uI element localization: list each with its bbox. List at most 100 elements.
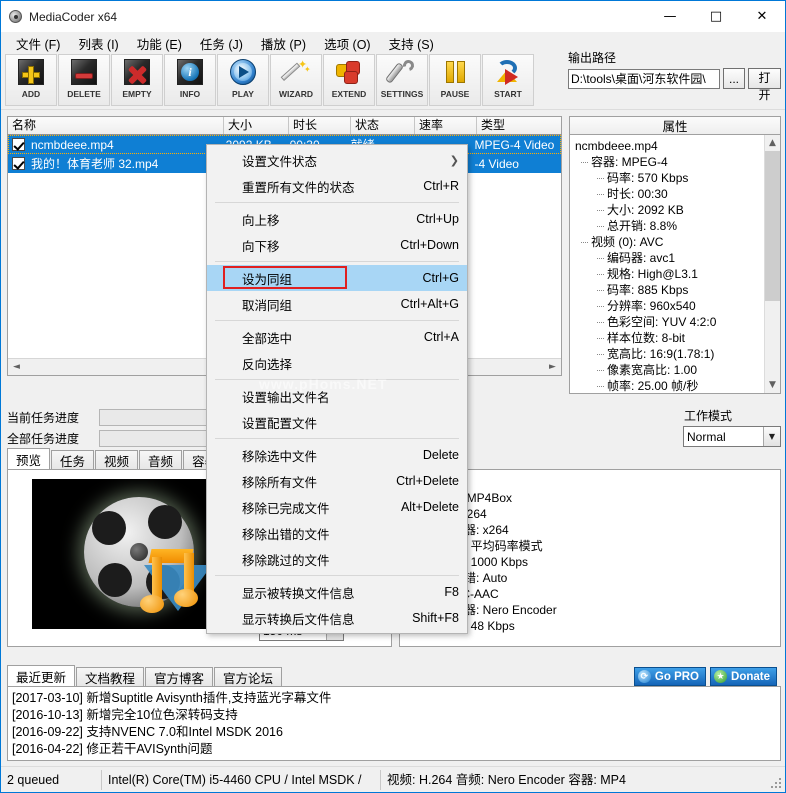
context-menu-item[interactable]: 取消同组 Ctrl+Alt+G [207, 291, 467, 317]
menu-file[interactable]: 文件 (F) [7, 32, 69, 55]
column-rate[interactable]: 速率 [415, 117, 477, 134]
properties-scrollbar[interactable]: ▲ ▼ [764, 135, 780, 393]
context-menu-item[interactable]: 移除出错的文件 [207, 520, 467, 546]
context-menu-item[interactable]: 向上移 Ctrl+Up [207, 206, 467, 232]
pause-icon [439, 58, 471, 88]
property-node: 像素宽高比: 1.00 [573, 362, 778, 378]
context-menu-item[interactable]: 重置所有文件的状态 Ctrl+R [207, 173, 467, 199]
context-menu-item[interactable]: 设为同组 Ctrl+G [207, 265, 467, 291]
go-pro-button[interactable]: ⟳ Go PRO [633, 667, 707, 686]
open-folder-button[interactable]: 打开 [748, 68, 781, 102]
toolbar-settings-button[interactable]: SETTINGS [376, 54, 428, 106]
column-size[interactable]: 大小 [224, 117, 289, 134]
donate-label: Donate [731, 670, 770, 683]
tab-official-blog[interactable]: 官方博客 [145, 667, 214, 687]
toolbar-wizard-button[interactable]: ✦ ✦ WIZARD [270, 54, 322, 106]
menu-list[interactable]: 列表 (I) [69, 32, 127, 55]
toolbar-extend-button[interactable]: EXTEND [323, 54, 375, 106]
properties-panel-title: 属性 [569, 116, 781, 135]
toolbar-wizard-label: WIZARD [279, 89, 313, 99]
maximize-button[interactable]: □ [693, 1, 739, 32]
empty-icon [121, 58, 153, 88]
context-menu-item[interactable]: 移除跳过的文件 [207, 546, 467, 572]
toolbar-delete-label: DELETE [67, 89, 101, 99]
context-menu-item[interactable]: 显示被转换文件信息 F8 [207, 579, 467, 605]
news-item[interactable]: [2016-10-13] 新增完全10位色深转码支持 [12, 707, 776, 724]
context-menu-item[interactable]: 移除已完成文件 Alt+Delete [207, 494, 467, 520]
property-node: 样本位数: 8-bit [573, 330, 778, 346]
window-controls: — □ ✕ [647, 1, 785, 32]
resize-grip[interactable] [769, 776, 783, 790]
row-checkbox[interactable] [12, 138, 25, 151]
context-menu-item[interactable]: 向下移 Ctrl+Down [207, 232, 467, 258]
context-menu-item[interactable]: 移除选中文件 Delete [207, 442, 467, 468]
column-duration[interactable]: 时长 [289, 117, 351, 134]
tab-task[interactable]: 任务 [51, 450, 95, 470]
browse-button[interactable]: ... [723, 68, 746, 89]
tab-recent-updates[interactable]: 最近更新 [7, 665, 76, 687]
scroll-left-icon[interactable]: ◄ [8, 358, 25, 375]
output-path-input[interactable] [568, 68, 720, 89]
context-menu-item-label: 向上移 [242, 213, 280, 228]
menu-task[interactable]: 任务 (J) [191, 32, 252, 55]
column-name[interactable]: 名称 [8, 117, 224, 134]
tab-audio[interactable]: 音频 [139, 450, 183, 470]
cell-name: ncmbdeee.mp4 [31, 137, 114, 152]
row-checkbox[interactable] [12, 157, 25, 170]
context-menu-item-label: 设置文件状态 [242, 154, 318, 169]
menu-play[interactable]: 播放 (P) [252, 32, 315, 55]
scroll-down-icon[interactable]: ▼ [765, 377, 781, 393]
extend-icon [333, 58, 365, 88]
menu-separator [215, 438, 459, 439]
toolbar-start-button[interactable]: START [482, 54, 534, 106]
column-type[interactable]: 类型 [477, 117, 561, 134]
tab-video[interactable]: 视频 [95, 450, 139, 470]
context-menu-item-label: 向下移 [242, 239, 280, 254]
context-menu-item-label: 设置配置文件 [242, 416, 318, 431]
context-menu-item[interactable]: 设置文件状态 ❯ [207, 147, 467, 173]
property-node: 容器: MPEG-4 [573, 154, 778, 170]
tab-preview[interactable]: 预览 [7, 448, 51, 470]
context-menu-item[interactable]: 移除所有文件 Ctrl+Delete [207, 468, 467, 494]
close-button[interactable]: ✕ [739, 1, 785, 32]
menu-function[interactable]: 功能 (E) [128, 32, 191, 55]
tab-documentation[interactable]: 文档教程 [76, 667, 145, 687]
tab-official-forum[interactable]: 官方论坛 [214, 667, 283, 687]
context-menu-item[interactable]: 设置配置文件 [207, 409, 467, 435]
news-item[interactable]: [2017-03-10] 新增Suptitle Avisynth插件,支持蓝光字… [12, 690, 776, 707]
menu-support[interactable]: 支持 (S) [380, 32, 443, 55]
column-status[interactable]: 状态 [351, 117, 415, 134]
context-menu-item-label: 取消同组 [242, 298, 293, 313]
property-node: 时长: 00:30 [573, 186, 778, 202]
chevron-down-icon[interactable]: ▼ [763, 427, 780, 446]
toolbar-pause-button[interactable]: PAUSE [429, 54, 481, 106]
toolbar-info-button[interactable]: i INFO [164, 54, 216, 106]
news-item[interactable]: [2016-04-22] 修正若干AVISynth问题 [12, 741, 776, 758]
toolbar-empty-button[interactable]: EMPTY [111, 54, 163, 106]
context-menu-item-shortcut: Shift+F8 [412, 611, 459, 625]
toolbar-play-button[interactable]: PLAY [217, 54, 269, 106]
context-menu-item[interactable]: 全部选中 Ctrl+A [207, 324, 467, 350]
scroll-up-icon[interactable]: ▲ [765, 135, 781, 151]
toolbar-add-button[interactable]: ADD [5, 54, 57, 106]
refresh-circle-icon: ⟳ [637, 670, 651, 683]
menu-separator [215, 320, 459, 321]
menu-options[interactable]: 选项 (O) [315, 32, 380, 55]
news-tabs: 最近更新 文档教程 官方博客 官方论坛 [7, 665, 407, 687]
news-item[interactable]: [2016-09-22] 支持NVENC 7.0和Intel MSDK 2016 [12, 724, 776, 741]
minimize-button[interactable]: — [647, 1, 693, 32]
property-node: 色彩空间: YUV 4:2:0 [573, 314, 778, 330]
scrollbar-thumb[interactable] [764, 151, 780, 301]
scroll-right-icon[interactable]: ► [544, 358, 561, 375]
toolbar-delete-button[interactable]: DELETE [58, 54, 110, 106]
context-menu-item[interactable]: 设置输出文件名 [207, 383, 467, 409]
donate-button[interactable]: ★ Donate [710, 667, 777, 686]
current-progress-label: 当前任务进度 [7, 411, 80, 425]
work-mode-select[interactable]: Normal ▼ [683, 426, 781, 447]
output-path-section: 输出路径 ... 打开 [563, 49, 781, 102]
status-queue: 2 queued [7, 772, 60, 787]
context-menu-item[interactable]: 反向选择 [207, 350, 467, 376]
property-node: 帧率: 25.00 帧/秒 [573, 378, 778, 393]
context-menu-item[interactable]: 显示转换后文件信息 Shift+F8 [207, 605, 467, 631]
context-menu-item-label: 移除跳过的文件 [242, 553, 330, 568]
